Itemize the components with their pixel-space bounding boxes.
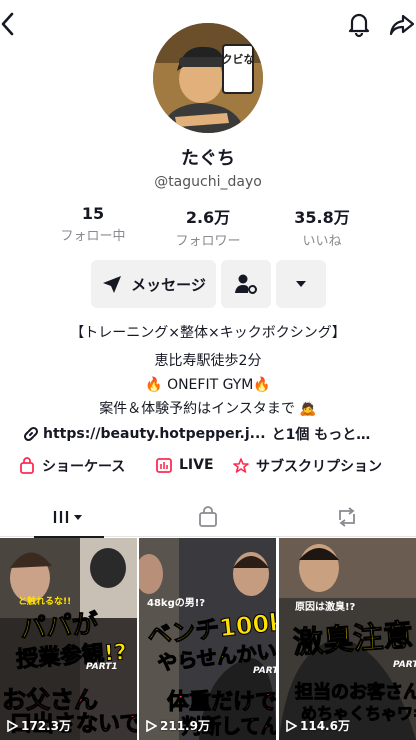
stats-row: 15 フォロー中 2.6万 フォロワー 35.8万 いいね <box>0 204 416 249</box>
video-3-caption-a: 原因は激臭!? <box>295 602 356 613</box>
bio-line-1: 【トレーニング×整体×キックボクシング】 <box>70 325 346 341</box>
video-1-views: 172.3万 <box>21 719 71 733</box>
video-views: 172.3万 <box>6 717 71 734</box>
send-icon <box>103 276 122 293</box>
bio-link-url: https://beauty.hotpepper.j... <box>43 426 266 442</box>
video-grid: と触れるな!! パパが 授業参観!? PART1 お父さん 口出さないで 172… <box>0 538 416 740</box>
stat-followers-value: 2.6万 <box>185 208 231 227</box>
stat-following[interactable]: 15 フォロー中 <box>43 204 143 244</box>
video-views: 114.6万 <box>285 717 350 734</box>
bio-line-2: 恵比寿駅徒歩2分 <box>154 353 262 369</box>
repost-icon <box>339 507 355 527</box>
shopping-bag-icon <box>20 457 34 474</box>
person-gear-icon <box>235 274 257 294</box>
share-icon[interactable] <box>388 12 416 38</box>
profile-name: たぐち <box>181 148 235 169</box>
video-3-views: 114.6万 <box>300 719 350 733</box>
video-1-caption-d: PART1 <box>86 662 118 672</box>
avatar-text: クビな <box>222 52 255 66</box>
grid-icon <box>53 511 82 523</box>
stat-likes-label: いいね <box>302 234 342 249</box>
avatar[interactable]: クビな <box>153 23 263 133</box>
stat-likes[interactable]: 35.8万 いいね <box>272 204 372 249</box>
tab-shop[interactable] <box>139 497 277 537</box>
showcase-link[interactable]: ショーケース <box>18 456 125 476</box>
add-friend-button[interactable] <box>221 260 271 308</box>
play-icon <box>286 719 297 732</box>
video-3-caption-c: PART <box>393 660 416 670</box>
video-2-caption-a: 48kgの男!? <box>147 598 206 609</box>
live-link[interactable]: LIVE <box>155 456 214 474</box>
content-tabs <box>0 497 416 538</box>
subscription-label: サブスクリプション <box>256 459 382 475</box>
more-options-button[interactable] <box>276 260 326 308</box>
back-arrow-icon[interactable] <box>0 10 22 38</box>
video-thumbnail[interactable]: 48kgの男!? ベンチ100kg やらせんかい!! PART1 体重だけで 判… <box>139 538 276 740</box>
profile-handle: @taguchi_dayo <box>154 174 262 190</box>
video-thumbnail[interactable]: と触れるな!! パパが 授業参観!? PART1 お父さん 口出さないで 172… <box>0 538 137 740</box>
video-3-caption-b: 激臭注意 <box>292 617 415 662</box>
video-thumbnail[interactable]: 原因は激臭!? 激臭注意 PART 担当のお客さんが めちゃくちゃワキガ 114… <box>279 538 416 740</box>
stat-following-value: 15 <box>81 204 105 223</box>
stat-followers-label: フォロワー <box>175 234 241 249</box>
play-icon <box>146 719 157 732</box>
video-views: 211.9万 <box>145 717 210 734</box>
tab-videos[interactable] <box>0 497 138 538</box>
tab-reposts[interactable] <box>278 497 416 537</box>
showcase-label: ショーケース <box>42 459 126 475</box>
video-2-views: 211.9万 <box>160 719 210 733</box>
live-tv-icon <box>156 458 172 473</box>
star-badge-icon <box>233 458 249 473</box>
bio-line-4: 案件＆体験予約はインスタまで 🙇 <box>99 401 317 417</box>
bell-icon[interactable] <box>346 10 372 38</box>
message-button[interactable]: メッセージ <box>91 260 216 308</box>
stat-following-label: フォロー中 <box>60 229 126 244</box>
bag-icon <box>199 506 217 527</box>
subscription-link[interactable]: サブスクリプション <box>232 456 382 476</box>
bio-line-3: 🔥 ONEFIT GYM🔥 <box>145 377 271 393</box>
stat-followers[interactable]: 2.6万 フォロワー <box>158 204 258 249</box>
avatar-illustration: クビな <box>153 23 263 133</box>
caret-down-icon <box>296 281 306 287</box>
profile-shortcuts: ショーケース LIVE サブスクリプション <box>0 456 416 480</box>
play-icon <box>7 719 18 732</box>
bio-link-more[interactable]: と1個 もっと… <box>272 424 371 444</box>
bio-link[interactable]: https://beauty.hotpepper.j... と1個 もっと… <box>23 424 393 444</box>
message-button-label: メッセージ <box>131 275 206 294</box>
stat-likes-value: 35.8万 <box>294 208 350 227</box>
video-2-caption-d: PART1 <box>253 666 276 676</box>
live-label: LIVE <box>179 457 214 473</box>
link-icon <box>23 426 39 442</box>
